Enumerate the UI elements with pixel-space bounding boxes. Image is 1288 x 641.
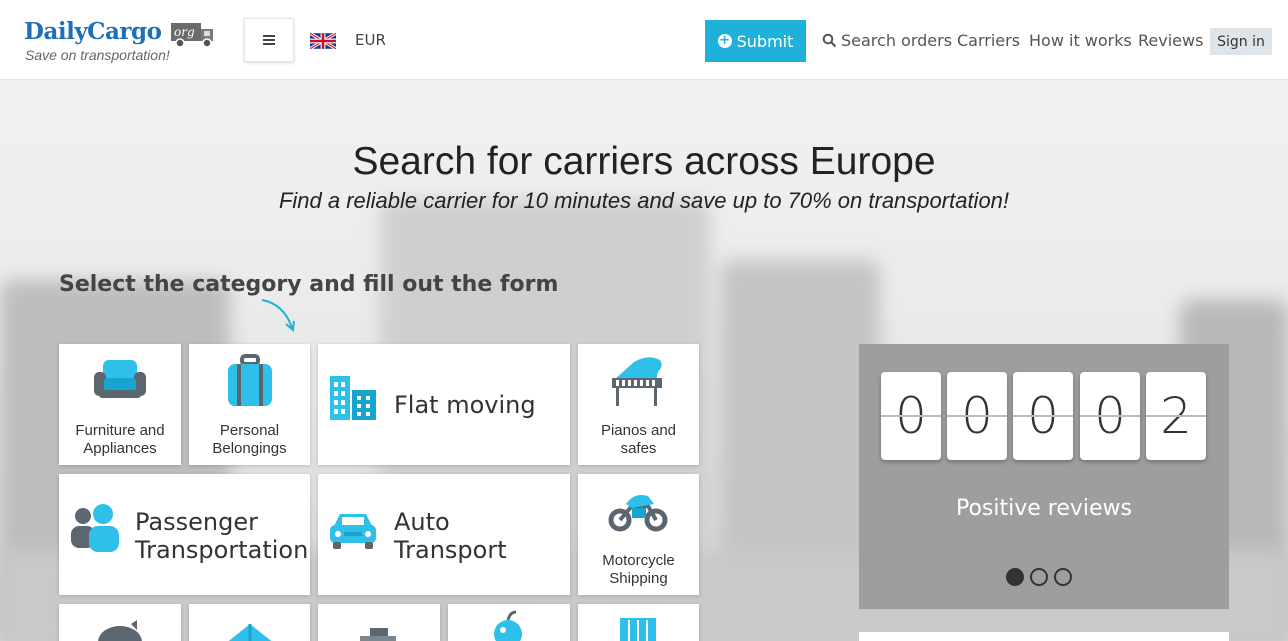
secondary-panel [859, 632, 1229, 641]
select-category-heading: Select the category and fill out the for… [59, 272, 559, 297]
counter-digit: 0 [1013, 372, 1073, 460]
hamburger-icon [263, 35, 275, 45]
carousel-dot-3[interactable] [1054, 568, 1072, 586]
category-label: Auto Transport [394, 508, 507, 564]
submit-button[interactable]: + Submit [705, 20, 806, 62]
crate-icon [620, 618, 656, 641]
apple-icon [494, 610, 522, 641]
car-icon [330, 514, 376, 549]
nav-reviews[interactable]: Reviews [1138, 31, 1203, 50]
uk-flag-icon[interactable] [310, 33, 336, 49]
category-passenger-transportation[interactable]: Passenger Transportation [59, 474, 310, 595]
category-tile[interactable] [448, 604, 570, 641]
category-label: Passenger Transportation [135, 508, 309, 564]
category-label: Personal Belongings [212, 422, 287, 457]
currency-selector[interactable]: EUR [355, 31, 386, 49]
truck-icon: org [171, 23, 213, 48]
logo-name: DailyCargo [24, 18, 162, 45]
buildings-icon [330, 376, 376, 420]
people-icon [71, 504, 119, 552]
carousel-dot-1[interactable] [1006, 568, 1024, 586]
category-label: Pianos and safes [600, 422, 677, 457]
piano-icon [612, 357, 662, 406]
tent-icon [228, 624, 272, 641]
carousel-dot-2[interactable] [1030, 568, 1048, 586]
category-furniture-appliances[interactable]: Furniture and Appliances [59, 344, 181, 465]
motorcycle-icon [608, 495, 668, 532]
nav-search-orders-label: Search orders [841, 31, 953, 50]
category-tile[interactable] [318, 604, 440, 641]
nav-how-it-works[interactable]: How it works [1029, 31, 1132, 50]
dailycargo-logo[interactable]: DailyCargo org Save on transportation! [24, 18, 224, 64]
counter-digit: 0 [881, 372, 941, 460]
positive-reviews-label: Positive reviews [955, 496, 1133, 521]
category-tile[interactable] [578, 604, 699, 641]
sign-in-button[interactable]: Sign in [1210, 28, 1272, 55]
category-motorcycle-shipping[interactable]: Motorcycle Shipping [578, 474, 699, 595]
curved-arrow-icon [261, 299, 295, 332]
package-icon [360, 628, 396, 641]
category-tile[interactable] [59, 604, 181, 641]
plus-circle-icon: + [717, 33, 732, 48]
counter-digit: 2 [1146, 372, 1206, 460]
category-flat-moving[interactable]: Flat moving [318, 344, 570, 465]
category-tile[interactable] [189, 604, 310, 641]
category-label: Motorcycle Shipping [602, 552, 675, 587]
logo-badge: org [174, 25, 195, 39]
hamburger-menu-button[interactable] [244, 18, 294, 62]
category-pianos-safes[interactable]: Pianos and safes [578, 344, 699, 465]
piggy-bank-icon [98, 620, 142, 641]
search-icon [822, 33, 837, 48]
reviews-counter-panel: 0 0 0 0 2 Positive reviews [859, 344, 1229, 609]
category-label: Flat moving [394, 391, 536, 419]
logo-tagline: Save on transportation! [25, 47, 170, 63]
nav-carriers[interactable]: Carriers [957, 31, 1020, 50]
suitcase-icon [228, 354, 272, 406]
counter-digit: 0 [947, 372, 1007, 460]
category-label: Furniture and Appliances [75, 422, 165, 457]
category-personal-belongings[interactable]: Personal Belongings [189, 344, 310, 465]
counter-digit: 0 [1080, 372, 1140, 460]
hero-title: Search for carriers across Europe [352, 140, 936, 183]
top-navbar: DailyCargo org Save on transportation! E… [0, 0, 1288, 80]
submit-label: Submit [736, 31, 794, 51]
category-auto-transport[interactable]: Auto Transport [318, 474, 570, 595]
nav-search-orders[interactable]: Search orders [822, 31, 952, 50]
armchair-icon [94, 360, 146, 398]
hero-subtitle: Find a reliable carrier for 10 minutes a… [278, 188, 1010, 213]
